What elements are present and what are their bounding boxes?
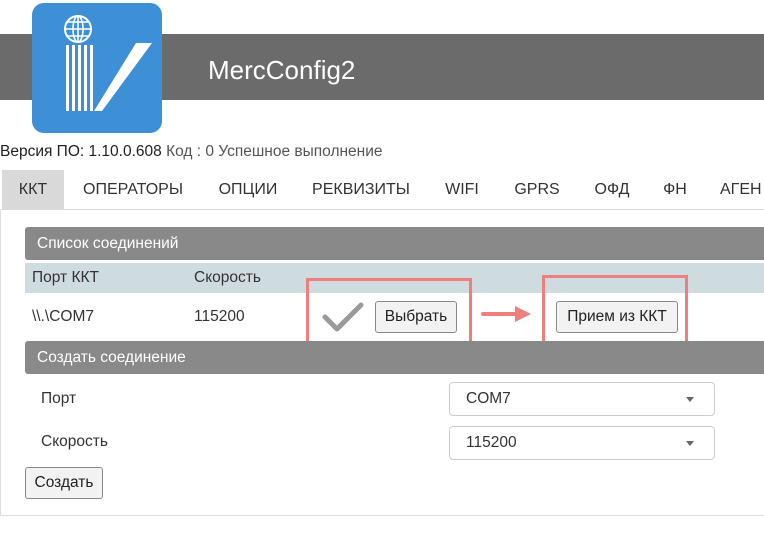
tab-gprs[interactable]: GPRS — [496, 170, 578, 210]
tab-requisites[interactable]: РЕКВИЗИТЫ — [294, 170, 428, 210]
column-port: Порт ККТ — [32, 269, 99, 286]
port-select-value: COM7 — [466, 390, 511, 407]
tab-operators[interactable]: ОПЕРАТОРЫ — [64, 170, 202, 210]
speed-select-value: 115200 — [466, 434, 517, 451]
tab-options[interactable]: ОПЦИИ — [202, 170, 294, 210]
version-label: Версия ПО: 1.10.0.608 — [0, 143, 162, 160]
status-code: Код : 0 Успешное выполнение — [166, 143, 383, 160]
tab-wifi[interactable]: WIFI — [428, 170, 496, 210]
select-button[interactable]: Выбрать — [375, 301, 457, 333]
row-port: \\.\COM7 — [32, 308, 95, 325]
tab-kkt[interactable]: ККТ — [2, 170, 64, 210]
chevron-down-icon — [686, 441, 694, 446]
tab-agent[interactable]: АГЕН — [704, 170, 764, 210]
chevron-down-icon — [686, 397, 694, 402]
speed-select[interactable]: 115200 — [449, 426, 715, 460]
company-logo-icon — [32, 3, 162, 133]
tab-bar: ККТ ОПЕРАТОРЫ ОПЦИИ РЕКВИЗИТЫ WIFI GPRS … — [0, 170, 764, 210]
column-speed: Скорость — [194, 269, 261, 286]
create-connection-header: Создать соединение — [25, 341, 764, 374]
tab-ofd[interactable]: ОФД — [578, 170, 646, 210]
app-title: MercConfig2 — [208, 55, 356, 85]
receive-from-kkt-button[interactable]: Прием из ККТ — [556, 301, 678, 333]
arrow-right-icon — [481, 304, 533, 324]
speed-label: Скорость — [41, 433, 108, 450]
version-status: Версия ПО: 1.10.0.608 Код : 0 Успешное в… — [0, 142, 383, 162]
connections-header: Список соединений — [25, 227, 764, 260]
create-button[interactable]: Создать — [25, 467, 103, 499]
row-speed: 115200 — [194, 308, 245, 325]
port-select[interactable]: COM7 — [449, 382, 715, 416]
checkmark-icon — [322, 302, 364, 332]
tab-fn[interactable]: ФН — [646, 170, 704, 210]
port-label: Порт — [41, 390, 77, 407]
